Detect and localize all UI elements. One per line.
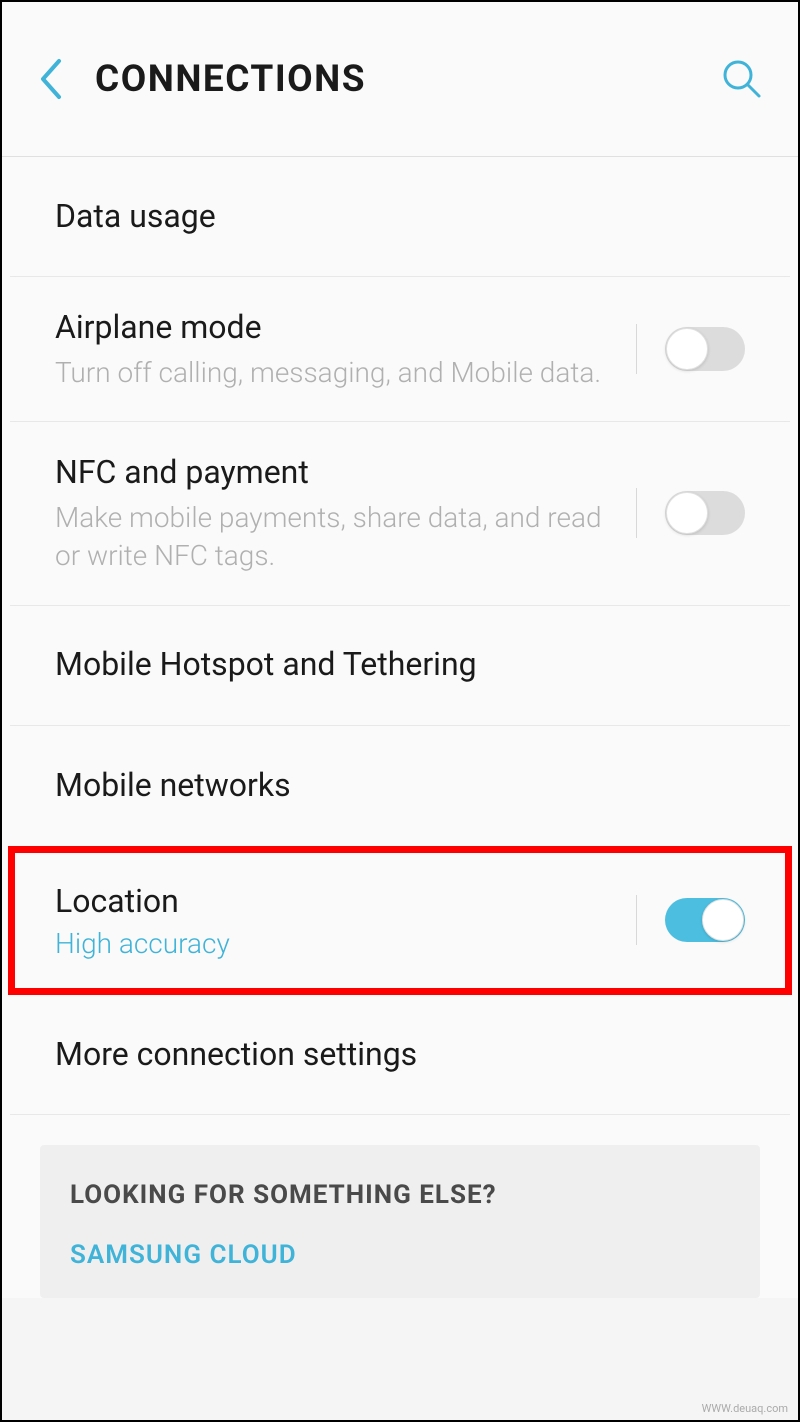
divider (636, 324, 637, 374)
chevron-left-icon (37, 57, 65, 101)
setting-nfc-payment[interactable]: NFC and payment Make mobile payments, sh… (10, 422, 790, 605)
search-icon (721, 58, 763, 100)
setting-more-connections[interactable]: More connection settings (10, 995, 790, 1115)
toggle-knob (702, 899, 744, 941)
divider (636, 488, 637, 538)
divider (636, 895, 637, 945)
page-title: CONNECTIONS (95, 58, 721, 101)
back-button[interactable] (37, 57, 65, 101)
setting-title: Airplane mode (55, 307, 616, 349)
setting-title: Mobile Hotspot and Tethering (55, 644, 745, 686)
setting-airplane-mode[interactable]: Airplane mode Turn off calling, messagin… (10, 277, 790, 422)
samsung-cloud-link[interactable]: SAMSUNG CLOUD (70, 1240, 730, 1270)
location-toggle[interactable] (665, 898, 745, 942)
settings-list: Data usage Airplane mode Turn off callin… (2, 157, 798, 1298)
setting-hotspot-tethering[interactable]: Mobile Hotspot and Tethering (10, 606, 790, 726)
airplane-mode-toggle[interactable] (665, 327, 745, 371)
setting-title: More connection settings (55, 1034, 745, 1076)
nfc-toggle[interactable] (665, 491, 745, 535)
setting-title: NFC and payment (55, 452, 616, 494)
setting-data-usage[interactable]: Data usage (10, 157, 790, 277)
highlight-annotation: Location High accuracy (8, 846, 792, 996)
setting-title: Location (55, 881, 616, 923)
search-button[interactable] (721, 58, 763, 100)
setting-subtitle: High accuracy (55, 927, 616, 960)
looking-for-card: LOOKING FOR SOMETHING ELSE? SAMSUNG CLOU… (40, 1145, 760, 1298)
setting-mobile-networks[interactable]: Mobile networks (10, 726, 790, 846)
app-header: CONNECTIONS (2, 2, 798, 157)
looking-for-title: LOOKING FOR SOMETHING ELSE? (70, 1180, 730, 1210)
setting-subtitle: Make mobile payments, share data, and re… (55, 499, 616, 575)
watermark: WWW.deuaq.com (702, 1402, 788, 1415)
toggle-knob (666, 328, 708, 370)
setting-title: Mobile networks (55, 765, 745, 807)
toggle-knob (666, 492, 708, 534)
setting-title: Data usage (55, 196, 745, 238)
setting-location[interactable]: Location High accuracy (15, 853, 785, 989)
setting-subtitle: Turn off calling, messaging, and Mobile … (55, 354, 616, 392)
